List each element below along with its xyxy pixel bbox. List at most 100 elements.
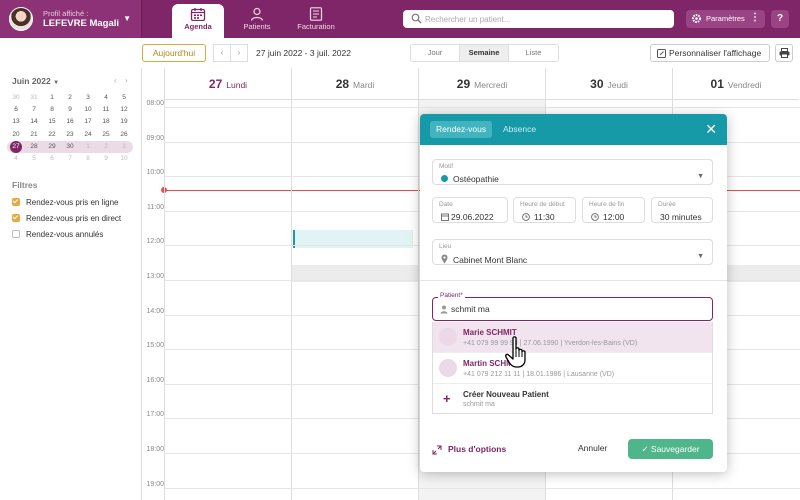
tab-billing[interactable]: Facturation bbox=[290, 4, 342, 38]
mini-calendar-day[interactable]: 5 bbox=[115, 92, 133, 104]
filter-cancelled[interactable]: Rendez-vous annulés bbox=[12, 229, 103, 239]
previous-week-button[interactable]: ‹ bbox=[213, 44, 231, 62]
create-patient-item[interactable]: + Créer Nouveau Patient schmit ma bbox=[433, 384, 712, 415]
mini-calendar-day[interactable]: 4 bbox=[97, 92, 115, 104]
tab-patients-label: Patients bbox=[243, 22, 271, 31]
mini-calendar-day[interactable]: 25 bbox=[97, 129, 115, 141]
search-input[interactable] bbox=[425, 12, 665, 26]
mini-calendar-day[interactable]: 16 bbox=[61, 116, 79, 128]
mini-calendar-day[interactable]: 31 bbox=[25, 92, 43, 104]
day-header[interactable]: 27 Lundi bbox=[164, 68, 291, 100]
mini-calendar-day[interactable]: 4 bbox=[7, 153, 25, 165]
mini-calendar-day[interactable]: 1 bbox=[79, 141, 97, 153]
mini-calendar-day[interactable]: 9 bbox=[61, 104, 79, 116]
profile-label: Profil affiché : bbox=[43, 9, 89, 18]
day-name: Jeudi bbox=[607, 80, 628, 90]
mini-calendar-prev[interactable]: ‹ bbox=[114, 76, 117, 85]
mini-calendar-day[interactable]: 10 bbox=[79, 104, 97, 116]
more-options-link[interactable]: Plus d'options bbox=[432, 444, 506, 455]
mini-calendar-day[interactable]: 21 bbox=[25, 129, 43, 141]
end-time-field[interactable]: Heure de fin 12:00 bbox=[582, 197, 645, 223]
close-icon[interactable]: ✕ bbox=[705, 122, 717, 136]
mini-calendar-day[interactable]: 7 bbox=[25, 104, 43, 116]
mini-calendar-day[interactable]: 2 bbox=[61, 92, 79, 104]
mini-calendar-day[interactable]: 3 bbox=[79, 92, 97, 104]
mini-calendar-day[interactable]: 7 bbox=[61, 153, 79, 165]
mini-calendar-day[interactable]: 6 bbox=[43, 153, 61, 165]
mini-calendar-day[interactable]: 26 bbox=[115, 129, 133, 141]
mini-calendar-month[interactable]: Juin 2022 ▼ bbox=[12, 76, 59, 86]
mini-calendar-day[interactable]: 20 bbox=[7, 129, 25, 141]
day-number: 30 bbox=[590, 77, 604, 91]
view-selector: Jour Semaine Liste bbox=[410, 44, 559, 62]
mini-calendar-day[interactable]: 6 bbox=[7, 104, 25, 116]
mini-calendar-day[interactable]: 30 bbox=[61, 141, 79, 153]
patient-search-input[interactable] bbox=[451, 303, 701, 315]
help-button[interactable]: ? bbox=[771, 10, 789, 28]
mini-calendar-day[interactable]: 8 bbox=[43, 104, 61, 116]
duration-field[interactable]: Durée 30 minutes bbox=[651, 197, 713, 223]
mini-calendar-day[interactable]: 22 bbox=[43, 129, 61, 141]
category-dot-icon bbox=[441, 175, 448, 182]
mini-calendar-day[interactable]: 3 bbox=[115, 141, 133, 153]
save-button[interactable]: ✓ Sauvegarder bbox=[628, 439, 713, 459]
mini-calendar-day[interactable]: 10 bbox=[115, 153, 133, 165]
mini-calendar-day[interactable]: 15 bbox=[43, 116, 61, 128]
day-header[interactable]: 28 Mardi bbox=[291, 68, 418, 100]
mini-calendar-day[interactable]: 18 bbox=[97, 116, 115, 128]
filter-online[interactable]: Rendez-vous pris en ligne bbox=[12, 197, 119, 207]
day-number: 29 bbox=[456, 77, 471, 91]
patient-search[interactable] bbox=[403, 10, 674, 28]
mini-calendar-day[interactable]: 29 bbox=[43, 141, 61, 153]
patient-result-item[interactable]: Martin SCHMIT +41 079 212 11 11 | 18.01.… bbox=[433, 353, 712, 384]
location-select[interactable]: Lieu Cabinet Mont Blanc ▼ bbox=[432, 239, 713, 265]
filter-direct[interactable]: Rendez-vous pris en direct bbox=[12, 213, 121, 223]
mini-calendar: 30 31 1 2 3 4 5 6 7 8 9 10 11 12 13 14 15 16 17 18 19 20 21 22 2… bbox=[7, 92, 133, 165]
patient-field[interactable]: Patient* bbox=[432, 292, 713, 321]
mini-calendar-day[interactable]: 9 bbox=[97, 153, 115, 165]
duration-value: 30 minutes bbox=[660, 212, 702, 222]
mini-calendar-day[interactable]: 30 bbox=[7, 92, 25, 104]
today-button[interactable]: Aujourd'hui bbox=[142, 44, 206, 62]
check-icon: ✓ bbox=[641, 444, 649, 454]
mini-calendar-day[interactable]: 11 bbox=[97, 104, 115, 116]
day-header[interactable]: 01 Vendredi bbox=[672, 68, 799, 100]
mini-calendar-day[interactable]: 24 bbox=[79, 129, 97, 141]
tab-appointment[interactable]: Rendez-vous bbox=[430, 121, 493, 138]
checkbox-checked[interactable] bbox=[12, 197, 20, 206]
billing-icon bbox=[309, 7, 323, 21]
tab-absence[interactable]: Absence bbox=[497, 121, 542, 138]
checkbox-unchecked[interactable] bbox=[12, 229, 20, 238]
patient-result-item[interactable]: Marie SCHMIT +41 079 99 99 99 | 27.06.19… bbox=[433, 322, 712, 353]
next-week-button[interactable]: › bbox=[230, 44, 248, 62]
print-button[interactable] bbox=[775, 44, 793, 62]
mini-calendar-day[interactable]: 14 bbox=[25, 116, 43, 128]
mini-calendar-day[interactable]: 8 bbox=[79, 153, 97, 165]
mini-calendar-next[interactable]: › bbox=[125, 76, 128, 85]
mini-calendar-day[interactable]: 19 bbox=[115, 116, 133, 128]
profile-selector[interactable]: Profil affiché : LEFEVRE Magali ▼ bbox=[0, 0, 142, 38]
mini-calendar-day[interactable]: 17 bbox=[79, 116, 97, 128]
settings-button[interactable]: Paramètres ⋮ bbox=[686, 10, 765, 28]
customize-view-button[interactable]: Personnaliser l'affichage bbox=[650, 44, 770, 62]
motif-select[interactable]: Motif Ostéopathie ▼ bbox=[432, 159, 713, 185]
day-header[interactable]: 30 Jeudi bbox=[545, 68, 672, 100]
mini-calendar-day[interactable]: 1 bbox=[43, 92, 61, 104]
checkbox-checked[interactable] bbox=[12, 213, 20, 222]
tab-agenda[interactable]: Agenda bbox=[172, 4, 224, 38]
mini-calendar-day[interactable]: 27 bbox=[10, 140, 22, 153]
mini-calendar-day[interactable]: 28 bbox=[25, 141, 43, 153]
tab-patients[interactable]: Patients bbox=[231, 4, 283, 38]
mini-calendar-day[interactable]: 13 bbox=[7, 116, 25, 128]
cancel-button[interactable]: Annuler bbox=[578, 443, 607, 453]
view-day[interactable]: Jour bbox=[411, 45, 460, 61]
view-list[interactable]: Liste bbox=[509, 45, 558, 61]
view-week[interactable]: Semaine bbox=[460, 45, 509, 61]
day-header[interactable]: 29 Mercredi bbox=[418, 68, 545, 100]
start-time-field[interactable]: Heure de début 11:30 bbox=[513, 197, 576, 223]
mini-calendar-day[interactable]: 12 bbox=[115, 104, 133, 116]
mini-calendar-day[interactable]: 2 bbox=[97, 141, 115, 153]
mini-calendar-day[interactable]: 23 bbox=[61, 129, 79, 141]
date-field[interactable]: Date 29.06.2022 bbox=[432, 197, 508, 223]
mini-calendar-day[interactable]: 5 bbox=[25, 153, 43, 165]
